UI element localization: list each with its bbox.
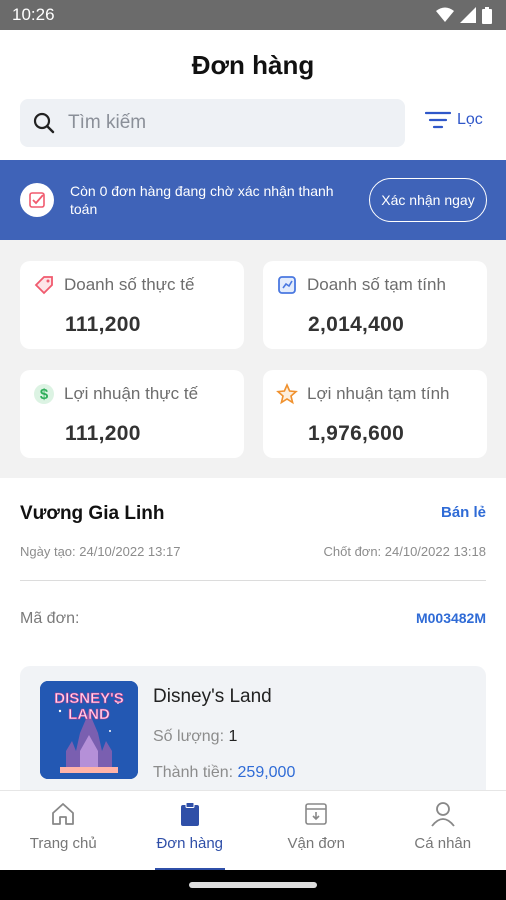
dollar-icon: $ bbox=[32, 382, 56, 406]
home-icon bbox=[52, 803, 75, 825]
product-total: Thành tiền: 259,000 bbox=[153, 764, 296, 781]
stats-section: Doanh số thực tế 111,200 Doanh số tạm tí… bbox=[0, 240, 506, 476]
bottom-tab-bar: Trang chủ Đơn hàng Vận đơn Cá nhân bbox=[0, 790, 506, 870]
status-icons bbox=[436, 6, 492, 24]
inbox-icon bbox=[305, 803, 328, 825]
product-item[interactable]: DISNEY'S LAND Disney's Land Số lượng: 1 … bbox=[20, 666, 486, 790]
tab-home[interactable]: Trang chủ bbox=[0, 791, 127, 870]
tab-profile[interactable]: Cá nhân bbox=[380, 791, 506, 870]
status-time: 10:26 bbox=[12, 5, 55, 24]
stat-card-estimated-profit: Lợi nhuận tạm tính 1,976,600 bbox=[263, 370, 487, 458]
order-code-label: Mã đơn: bbox=[20, 610, 80, 627]
chart-icon bbox=[275, 273, 299, 297]
tab-orders[interactable]: Đơn hàng bbox=[127, 791, 254, 870]
tag-icon bbox=[32, 273, 56, 297]
tab-label: Cá nhân bbox=[414, 835, 472, 852]
tab-label: Đơn hàng bbox=[156, 835, 224, 852]
customer-name: Vương Gia Linh bbox=[20, 503, 165, 524]
filter-icon bbox=[425, 111, 451, 129]
stat-card-estimated-sales: Doanh số tạm tính 2,014,400 bbox=[263, 261, 487, 349]
order-code-value: M003482M bbox=[415, 610, 486, 626]
banner-text: Còn 0 đơn hàng đang chờ xác nhận thanh t… bbox=[70, 183, 334, 217]
tab-shipping[interactable]: Vận đơn bbox=[253, 791, 380, 870]
tab-label: Trang chủ bbox=[29, 835, 97, 852]
checklist-icon bbox=[20, 183, 54, 217]
signal-icon bbox=[460, 7, 476, 23]
user-icon bbox=[431, 802, 455, 827]
stat-card-actual-profit: $ Lợi nhuận thực tế 111,200 bbox=[20, 370, 244, 458]
svg-text:$: $ bbox=[40, 386, 49, 403]
clipboard-icon bbox=[180, 802, 199, 826]
search-box[interactable] bbox=[20, 99, 405, 147]
thumb-title-line-1: DISNEY'S bbox=[54, 690, 123, 707]
stat-card-actual-sales: Doanh số thực tế 111,200 bbox=[20, 261, 244, 349]
search-input[interactable] bbox=[68, 112, 368, 134]
confirm-now-button[interactable]: Xác nhận ngay bbox=[369, 178, 487, 222]
system-nav-bar bbox=[0, 870, 506, 900]
header: Đơn hàng Lọc bbox=[0, 30, 506, 160]
pending-payment-banner: Còn 0 đơn hàng đang chờ xác nhận thanh t… bbox=[0, 160, 506, 240]
order-type-badge: Bán lẻ bbox=[440, 504, 486, 521]
created-date: Ngày tạo: 24/10/2022 13:17 bbox=[20, 544, 181, 559]
stat-value: 2,014,400 bbox=[308, 313, 405, 336]
stat-label: Doanh số thực tế bbox=[64, 275, 195, 294]
search-icon bbox=[33, 112, 55, 134]
home-gesture-handle[interactable] bbox=[189, 882, 317, 888]
divider bbox=[20, 580, 486, 581]
filter-label: Lọc bbox=[457, 111, 483, 128]
filter-button[interactable]: Lọc bbox=[425, 110, 483, 130]
stat-value: 111,200 bbox=[65, 422, 141, 445]
product-quantity: Số lượng: 1 bbox=[153, 728, 238, 745]
stat-label: Lợi nhuận tạm tính bbox=[307, 384, 450, 403]
battery-icon bbox=[482, 6, 492, 24]
product-name: Disney's Land bbox=[153, 686, 272, 707]
tab-label: Vận đơn bbox=[287, 835, 345, 852]
page-title: Đơn hàng bbox=[191, 50, 315, 80]
product-thumbnail: DISNEY'S LAND bbox=[40, 681, 138, 779]
order-card[interactable]: Vương Gia Linh Bán lẻ Ngày tạo: 24/10/20… bbox=[0, 478, 506, 790]
stat-label: Doanh số tạm tính bbox=[307, 275, 446, 294]
star-icon bbox=[275, 382, 299, 406]
stat-label: Lợi nhuận thực tế bbox=[64, 384, 199, 403]
stat-value: 111,200 bbox=[65, 313, 141, 336]
closed-date: Chốt đơn: 24/10/2022 13:18 bbox=[323, 544, 487, 559]
thumb-title-line-2: LAND bbox=[68, 706, 110, 723]
stat-value: 1,976,600 bbox=[308, 422, 405, 445]
wifi-icon bbox=[436, 7, 454, 22]
status-bar: 10:26 bbox=[0, 0, 506, 30]
